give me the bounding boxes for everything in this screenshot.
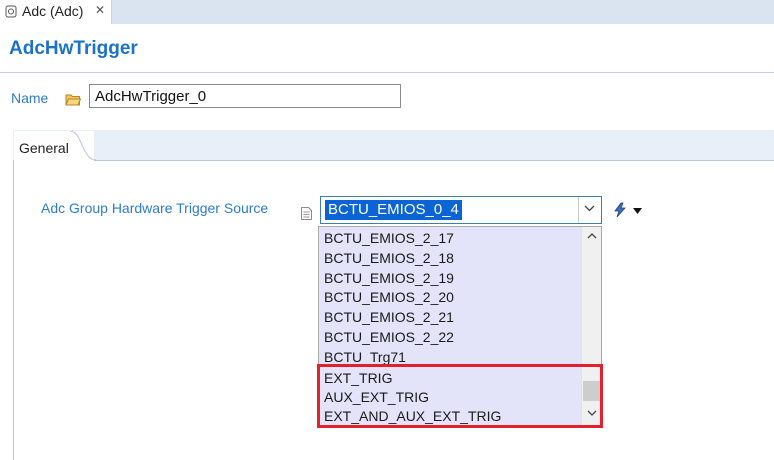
- folder-icon[interactable]: [65, 93, 81, 106]
- panel-tab-bar: [13, 130, 774, 160]
- editor-tab-adc[interactable]: Adc (Adc) ✕: [0, 0, 112, 24]
- chevron-up-icon[interactable]: [587, 232, 597, 239]
- name-field[interactable]: [89, 84, 401, 108]
- combo-dropdown-button[interactable]: [578, 197, 601, 223]
- trigger-source-label: Adc Group Hardware Trigger Source: [41, 200, 269, 216]
- document-icon: [301, 207, 312, 220]
- component-icon: [5, 5, 17, 18]
- chevron-down-icon: [584, 205, 595, 212]
- trigger-source-selected: BCTU_EMIOS_0_4: [325, 200, 462, 220]
- editor-tab-label: Adc (Adc): [22, 3, 84, 19]
- tab-underline: [94, 160, 774, 161]
- list-item[interactable]: BCTU_EMIOS_2_17: [324, 228, 454, 248]
- list-item[interactable]: BCTU_EMIOS_2_20: [324, 287, 454, 307]
- list-item[interactable]: BCTU_EMIOS_2_22: [324, 327, 454, 347]
- close-icon[interactable]: ✕: [95, 3, 105, 17]
- header-divider: [0, 72, 774, 73]
- page-title: AdcHwTrigger: [9, 38, 138, 59]
- tab-edge: [70, 131, 96, 161]
- action-menu-arrow-icon[interactable]: [633, 208, 642, 214]
- name-label: Name: [11, 90, 49, 106]
- list-item[interactable]: BCTU_EMIOS_2_21: [324, 307, 454, 327]
- action-icon[interactable]: [611, 202, 629, 218]
- list-item[interactable]: BCTU_EMIOS_2_19: [324, 268, 454, 288]
- tab-general-label: General: [19, 140, 69, 156]
- highlight-box: [317, 364, 603, 428]
- trigger-source-combo[interactable]: BCTU_EMIOS_0_4: [320, 196, 602, 224]
- editor-tab-strip: Adc (Adc) ✕: [0, 0, 774, 24]
- list-item[interactable]: BCTU_EMIOS_2_18: [324, 248, 454, 268]
